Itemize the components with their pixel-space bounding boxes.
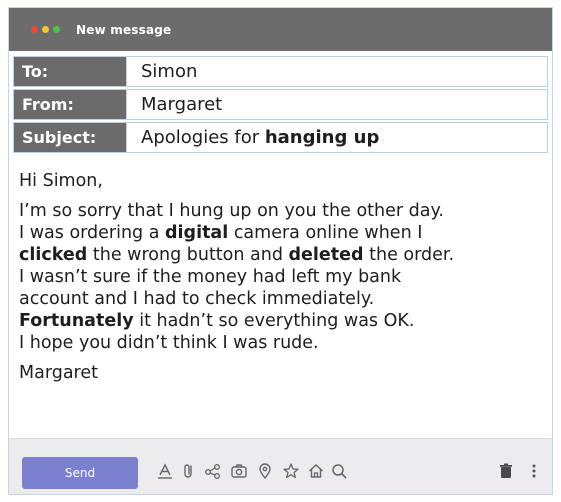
search-icon[interactable]: [329, 461, 349, 481]
format-text-icon[interactable]: [155, 461, 175, 481]
from-row: From: Margaret: [13, 89, 548, 120]
to-label: To:: [14, 57, 127, 86]
subject-row: Subject: Apologies for hanging up: [13, 122, 548, 153]
signature: Margaret: [19, 363, 98, 383]
message-line: I hope you didn’t think I was rude.: [19, 332, 544, 354]
message-text: I’m so sorry that I hung up on you the o…: [19, 201, 444, 221]
maximize-window-button[interactable]: [53, 26, 60, 33]
window-title: New message: [76, 22, 172, 37]
share-icon[interactable]: [203, 461, 223, 481]
to-field[interactable]: Simon: [127, 57, 547, 86]
attach-icon[interactable]: [179, 461, 199, 481]
subject-field[interactable]: Apologies for hanging up: [127, 123, 547, 152]
message-paragraph: I’m so sorry that I hung up on you the o…: [19, 200, 544, 354]
close-window-button[interactable]: [31, 26, 38, 33]
message-text: camera online when I: [228, 223, 423, 243]
message-line: I wasn’t sure if the money had left my b…: [19, 266, 544, 288]
subject-text: Apologies for: [141, 127, 265, 148]
message-text: I hope you didn’t think I was rude.: [19, 333, 319, 353]
message-line: clicked the wrong button and deleted the…: [19, 244, 544, 266]
subject-label: Subject:: [14, 123, 127, 152]
home-icon[interactable]: [306, 461, 326, 481]
message-body[interactable]: Hi Simon, I’m so sorry that I hung up on…: [19, 170, 544, 384]
compose-window: New message To: Simon From: Margaret Sub…: [8, 7, 553, 495]
to-row: To: Simon: [13, 56, 548, 87]
bold-word: digital: [165, 223, 229, 243]
message-line: I’m so sorry that I hung up on you the o…: [19, 200, 544, 222]
message-text: the wrong button and: [87, 245, 289, 265]
message-text: the order.: [363, 245, 455, 265]
location-icon[interactable]: [255, 461, 275, 481]
compose-toolbar: Send: [9, 438, 552, 494]
greeting: Hi Simon,: [19, 171, 103, 191]
message-text: I wasn’t sure if the money had left my b…: [19, 267, 402, 287]
trash-icon[interactable]: [496, 461, 516, 481]
from-field[interactable]: Margaret: [127, 90, 547, 119]
bold-word: Fortunately: [19, 311, 134, 331]
message-text: it hadn’t so everything was OK.: [133, 311, 415, 331]
message-line: I was ordering a digital camera online w…: [19, 222, 544, 244]
message-line: account and I had to check immediately.: [19, 288, 544, 310]
message-text: I was ordering a: [19, 223, 166, 243]
message-text: account and I had to check immediately.: [19, 289, 375, 309]
subject-bold-text: hanging up: [264, 127, 380, 148]
send-button[interactable]: Send: [22, 457, 138, 489]
camera-icon[interactable]: [229, 461, 249, 481]
star-icon[interactable]: [281, 461, 301, 481]
more-vertical-icon[interactable]: [524, 461, 544, 481]
bold-word: clicked: [19, 245, 88, 265]
minimize-window-button[interactable]: [42, 26, 49, 33]
bold-word: deleted: [288, 245, 364, 265]
from-label: From:: [14, 90, 127, 119]
message-line: Fortunately it hadn’t so everything was …: [19, 310, 544, 332]
title-bar: New message: [9, 8, 552, 51]
